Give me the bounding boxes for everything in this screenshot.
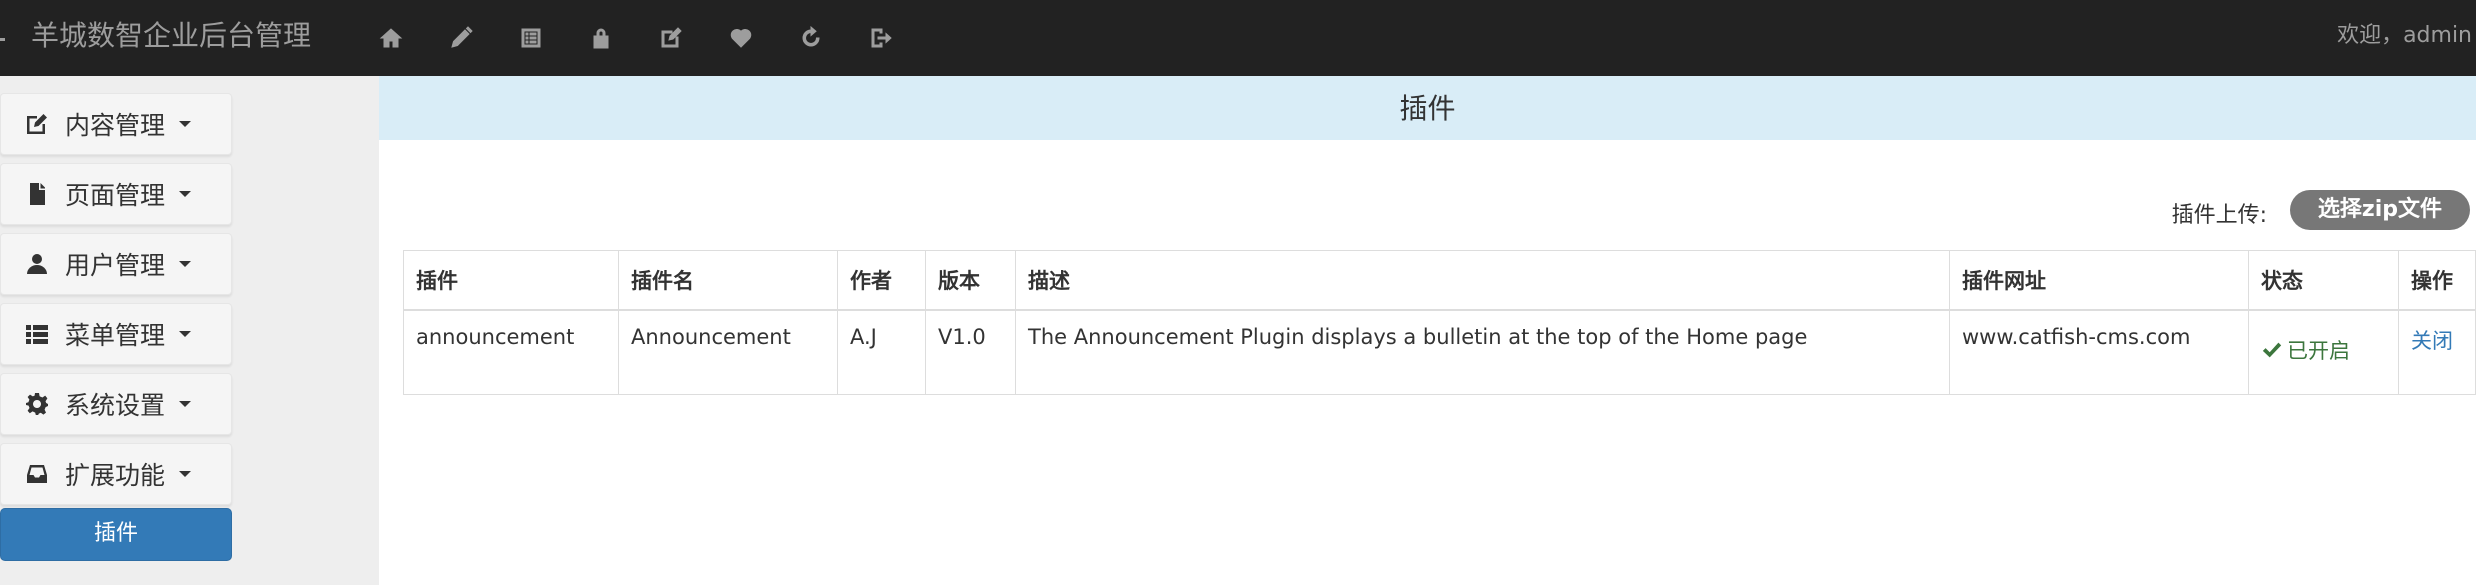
column-header-description: 描述 bbox=[1015, 250, 1950, 311]
sidebar-subitem-plugins[interactable]: 插件 bbox=[0, 508, 232, 561]
sidebar-item-label: 菜单管理 bbox=[65, 321, 166, 350]
caret-down-icon bbox=[179, 471, 192, 477]
caret-down-icon bbox=[179, 401, 192, 407]
disable-plugin-link[interactable]: 关闭 bbox=[2411, 329, 2453, 353]
cell-version: V1.0 bbox=[925, 309, 1016, 395]
nav-icon-bar bbox=[356, 0, 916, 76]
column-header-author: 作者 bbox=[837, 250, 926, 311]
sidebar-item-label: 页面管理 bbox=[65, 181, 166, 210]
column-header-name: 插件名 bbox=[618, 250, 838, 311]
check-icon bbox=[2262, 342, 2282, 358]
cell-action: 关闭 bbox=[2398, 309, 2476, 395]
sidebar-item-label: 扩展功能 bbox=[65, 461, 166, 490]
cell-status: 已开启 bbox=[2248, 309, 2399, 395]
sidebar-item-label: 内容管理 bbox=[65, 111, 166, 140]
caret-down-icon bbox=[179, 261, 192, 267]
brand-title[interactable]: 羊城数智企业后台管理 bbox=[31, 0, 311, 76]
column-header-plugin: 插件 bbox=[403, 250, 619, 311]
caret-down-icon bbox=[179, 191, 192, 197]
column-header-status: 状态 bbox=[2248, 250, 2399, 311]
column-header-version: 版本 bbox=[925, 250, 1016, 311]
caret-down-icon bbox=[179, 121, 192, 127]
column-header-action: 操作 bbox=[2398, 250, 2476, 311]
brand-mark bbox=[0, 38, 5, 41]
th-list-icon bbox=[25, 322, 49, 346]
heart-icon[interactable] bbox=[706, 0, 776, 76]
sidebar-item-label: 系统设置 bbox=[65, 391, 166, 420]
cog-icon bbox=[25, 392, 49, 416]
pencil-icon[interactable] bbox=[426, 0, 496, 76]
sidebar-item-pages[interactable]: 页面管理 bbox=[0, 163, 232, 225]
page-title: 插件 bbox=[1399, 92, 1456, 125]
log-out-icon[interactable] bbox=[846, 0, 916, 76]
sidebar-item-content[interactable]: 内容管理 bbox=[0, 93, 232, 155]
edit-icon[interactable] bbox=[636, 0, 706, 76]
cell-name: Announcement bbox=[618, 309, 838, 395]
file-icon bbox=[25, 182, 49, 206]
cell-description: The Announcement Plugin displays a bulle… bbox=[1015, 309, 1950, 395]
caret-down-icon bbox=[179, 331, 192, 337]
cell-plugin: announcement bbox=[403, 309, 619, 395]
sidebar-item-users[interactable]: 用户管理 bbox=[0, 233, 232, 295]
sidebar-item-label: 用户管理 bbox=[65, 251, 166, 280]
inbox-icon bbox=[25, 462, 49, 486]
user-icon bbox=[25, 252, 49, 276]
status-enabled: 已开启 bbox=[2261, 335, 2350, 365]
table-row: announcement Announcement A.J V1.0 The A… bbox=[403, 309, 2476, 395]
home-icon[interactable] bbox=[356, 0, 426, 76]
top-navbar: 羊城数智企业后台管理 欢迎，admin bbox=[0, 0, 2476, 76]
welcome-user[interactable]: 欢迎，admin bbox=[2176, 0, 2476, 76]
status-text: 已开启 bbox=[2287, 339, 2350, 363]
refresh-icon[interactable] bbox=[776, 0, 846, 76]
sidebar-item-extensions[interactable]: 扩展功能 bbox=[0, 443, 232, 505]
column-header-url: 插件网址 bbox=[1949, 250, 2249, 311]
table-header-row: 插件 插件名 作者 版本 描述 插件网址 状态 操作 bbox=[403, 250, 2476, 311]
cell-author: A.J bbox=[837, 309, 926, 395]
main-content: 插件 插件上传: 选择zip文件 插件 插件名 作者 版本 描述 插件网址 状态… bbox=[379, 76, 2476, 585]
sidebar-item-settings[interactable]: 系统设置 bbox=[0, 373, 232, 435]
upload-zip-button[interactable]: 选择zip文件 bbox=[2289, 190, 2470, 230]
edit-icon bbox=[25, 112, 49, 136]
sidebar: 内容管理 页面管理 用户管理 菜单管理 系统设置 扩展功能 插件 bbox=[0, 76, 379, 585]
cell-url: www.catfish-cms.com bbox=[1949, 309, 2249, 395]
plugins-table: 插件 插件名 作者 版本 描述 插件网址 状态 操作 announcement … bbox=[403, 250, 2476, 395]
page-header: 插件 bbox=[379, 76, 2476, 140]
lock-icon[interactable] bbox=[566, 0, 636, 76]
upload-label: 插件上传: bbox=[2171, 203, 2267, 228]
sidebar-item-menus[interactable]: 菜单管理 bbox=[0, 303, 232, 365]
list-alt-icon[interactable] bbox=[496, 0, 566, 76]
